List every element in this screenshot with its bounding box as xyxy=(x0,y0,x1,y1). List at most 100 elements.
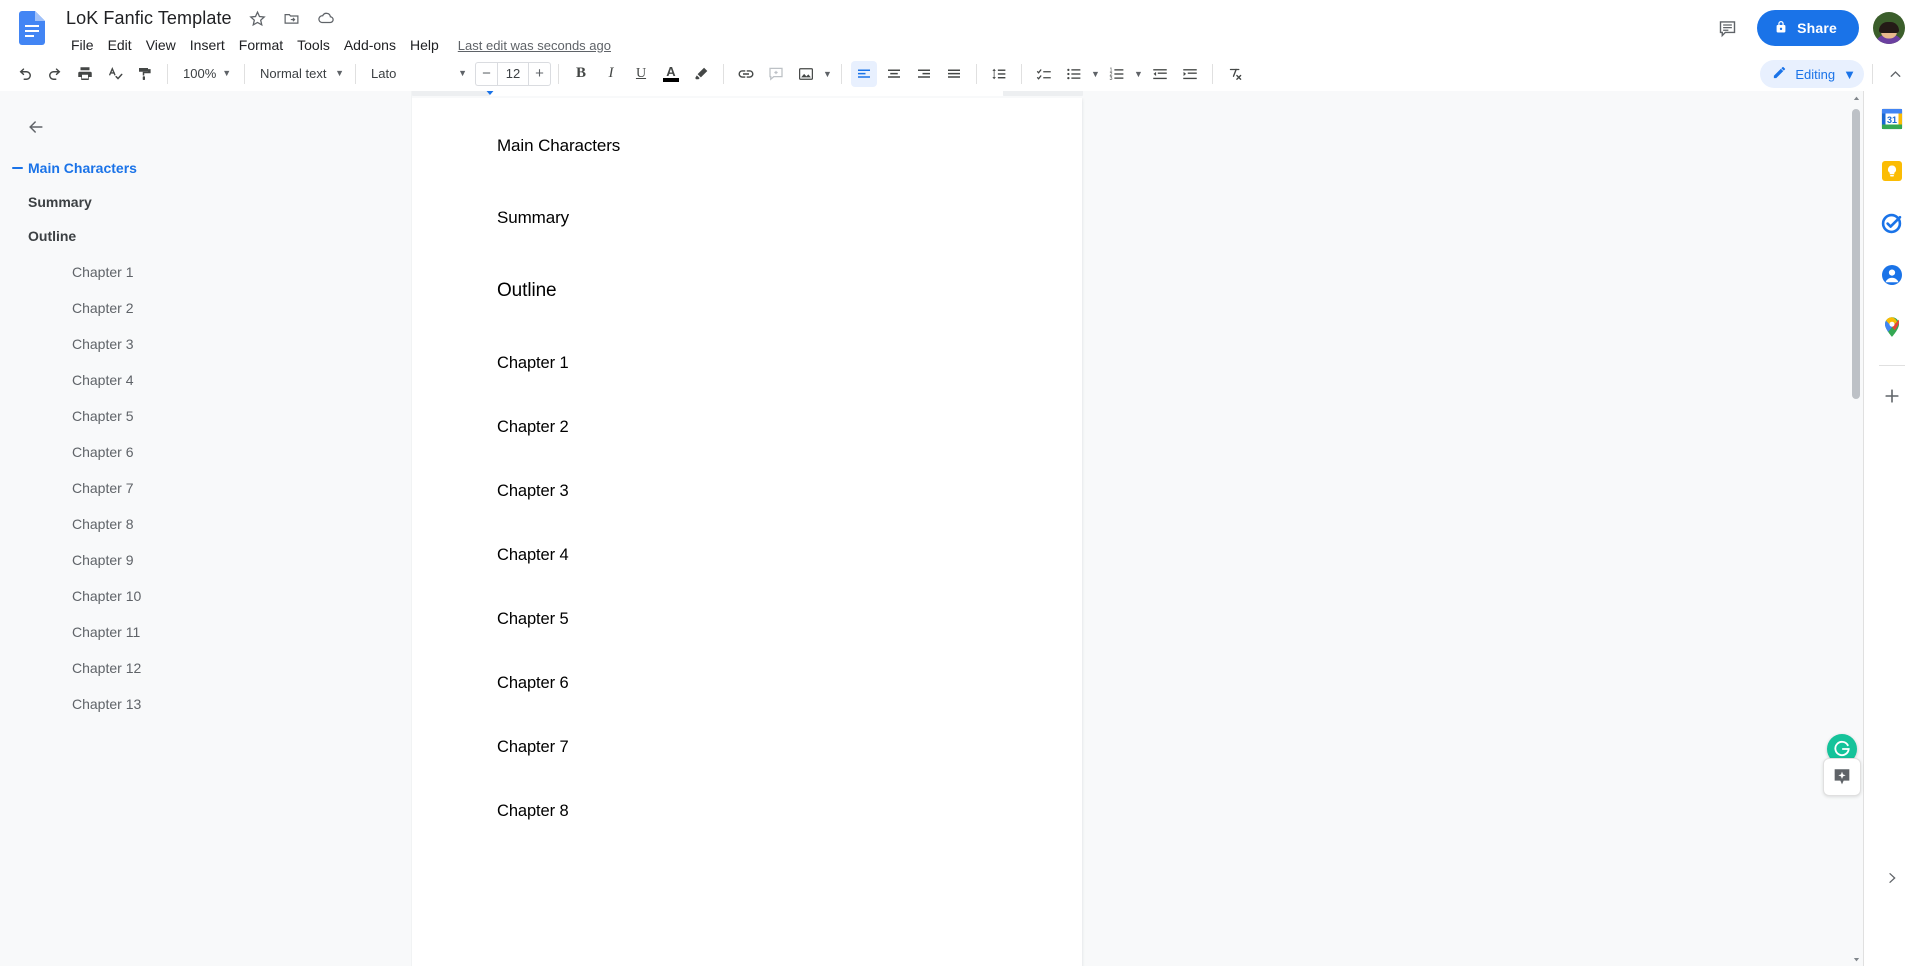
outline-item-chapter-5[interactable]: Chapter 5 xyxy=(0,403,411,429)
paragraph-style-dropdown[interactable]: Normal text ▼ xyxy=(252,61,348,87)
add-comment-icon[interactable] xyxy=(763,61,789,87)
comment-history-icon[interactable] xyxy=(1711,12,1743,44)
print-icon[interactable] xyxy=(72,61,98,87)
menu-view[interactable]: View xyxy=(139,35,183,55)
increase-indent-icon[interactable] xyxy=(1177,61,1203,87)
numbered-list-chevron-down-icon[interactable]: ▼ xyxy=(1132,61,1145,87)
decrease-indent-icon[interactable] xyxy=(1147,61,1173,87)
menu-insert[interactable]: Insert xyxy=(183,35,232,55)
bulleted-list-chevron-down-icon[interactable]: ▼ xyxy=(1089,61,1102,87)
align-justify-icon[interactable] xyxy=(941,61,967,87)
checklist-icon[interactable] xyxy=(1031,61,1057,87)
outline-item-chapter-9[interactable]: Chapter 9 xyxy=(0,547,411,573)
outline-item-outline[interactable]: Outline xyxy=(0,223,411,249)
horizontal-ruler[interactable]: 1 2 3 4 5 6 xyxy=(412,91,1863,98)
font-size-increase-button[interactable]: + xyxy=(529,61,551,86)
hide-menus-chevron-up-icon[interactable] xyxy=(1881,60,1909,88)
font-size-decrease-button[interactable]: − xyxy=(475,61,497,86)
outline-item-chapter-11[interactable]: Chapter 11 xyxy=(0,619,411,645)
editing-mode-button[interactable]: Editing ▼ xyxy=(1760,60,1864,88)
underline-button[interactable]: U xyxy=(628,61,654,87)
redo-icon[interactable] xyxy=(42,61,68,87)
font-size-input[interactable]: 12 xyxy=(497,61,529,86)
paint-format-icon[interactable] xyxy=(132,61,158,87)
outline-item-summary[interactable]: Summary xyxy=(0,189,411,215)
google-keep-icon[interactable] xyxy=(1876,155,1908,187)
outline-item-label: Chapter 6 xyxy=(72,444,134,460)
plus-icon[interactable] xyxy=(1876,380,1908,412)
doc-block-summary[interactable]: Summary xyxy=(497,208,997,228)
clear-formatting-icon[interactable] xyxy=(1222,61,1248,87)
align-left-icon[interactable] xyxy=(851,60,877,87)
scroll-down-icon[interactable] xyxy=(1849,952,1863,966)
google-tasks-icon[interactable] xyxy=(1876,207,1908,239)
outline-item-chapter-6[interactable]: Chapter 6 xyxy=(0,439,411,465)
insert-image-icon[interactable] xyxy=(793,61,819,87)
align-right-icon[interactable] xyxy=(911,61,937,87)
spellcheck-icon[interactable] xyxy=(102,61,128,87)
outline-item-main-characters[interactable]: Main Characters xyxy=(0,155,411,181)
bold-button[interactable]: B xyxy=(568,61,594,87)
outline-item-chapter-3[interactable]: Chapter 3 xyxy=(0,331,411,357)
insert-image-chevron-down-icon[interactable]: ▼ xyxy=(821,61,834,87)
doc-block-chapter-7[interactable]: Chapter 7 xyxy=(497,738,997,757)
outline-item-chapter-12[interactable]: Chapter 12 xyxy=(0,655,411,681)
outline-item-chapter-2[interactable]: Chapter 2 xyxy=(0,295,411,321)
outline-item-chapter-1[interactable]: Chapter 1 xyxy=(0,259,411,285)
chevron-right-icon[interactable] xyxy=(1878,864,1906,892)
doc-block-chapter-6[interactable]: Chapter 6 xyxy=(497,674,997,693)
move-to-folder-icon[interactable] xyxy=(280,6,304,30)
numbered-list-icon[interactable]: 1 2 3 xyxy=(1104,61,1130,87)
menu-tools[interactable]: Tools xyxy=(290,35,337,55)
google-docs-icon[interactable] xyxy=(12,2,52,54)
explore-sparkle-icon[interactable] xyxy=(1823,758,1861,796)
cloud-saved-icon[interactable] xyxy=(314,6,338,30)
bulleted-list-icon[interactable] xyxy=(1061,61,1087,87)
star-icon[interactable] xyxy=(246,6,270,30)
doc-block-chapter-8[interactable]: Chapter 8 xyxy=(497,802,997,821)
outline-item-chapter-8[interactable]: Chapter 8 xyxy=(0,511,411,537)
doc-block-chapter-5[interactable]: Chapter 5 xyxy=(497,610,997,629)
font-family-dropdown[interactable]: Lato ▼ xyxy=(363,61,471,87)
doc-block-chapter-4[interactable]: Chapter 4 xyxy=(497,546,997,565)
menu-edit[interactable]: Edit xyxy=(101,35,139,55)
italic-button[interactable]: I xyxy=(598,61,624,87)
outline-item-chapter-10[interactable]: Chapter 10 xyxy=(0,583,411,609)
zoom-level-dropdown[interactable]: 100% ▼ xyxy=(175,61,237,87)
menu-help[interactable]: Help xyxy=(403,35,446,55)
menu-file[interactable]: File xyxy=(64,35,101,55)
editing-mode-label: Editing xyxy=(1795,66,1836,82)
document-title[interactable]: LoK Fanfic Template xyxy=(62,7,236,30)
ruler-number: 6 xyxy=(1000,91,1005,93)
text-color-button[interactable]: A xyxy=(658,61,684,87)
outline-collapse-icon[interactable] xyxy=(6,167,28,169)
google-maps-icon[interactable] xyxy=(1876,311,1908,343)
scroll-thumb[interactable] xyxy=(1852,109,1860,399)
menu-format[interactable]: Format xyxy=(232,35,290,55)
share-button[interactable]: Share xyxy=(1757,10,1859,46)
menu-add-ons[interactable]: Add-ons xyxy=(337,35,403,55)
back-arrow-icon[interactable] xyxy=(18,109,54,145)
line-spacing-icon[interactable] xyxy=(986,61,1012,87)
vertical-scrollbar[interactable] xyxy=(1849,91,1863,966)
doc-block-chapter-3[interactable]: Chapter 3 xyxy=(497,482,997,501)
doc-block-chapter-2[interactable]: Chapter 2 xyxy=(497,418,997,437)
highlight-pen-icon[interactable] xyxy=(688,61,714,87)
outline-item-chapter-7[interactable]: Chapter 7 xyxy=(0,475,411,501)
google-calendar-icon[interactable]: 31 xyxy=(1876,103,1908,135)
outline-item-chapter-4[interactable]: Chapter 4 xyxy=(0,367,411,393)
doc-block-outline[interactable]: Outline xyxy=(497,280,997,302)
undo-icon[interactable] xyxy=(12,61,38,87)
doc-block-chapter-1[interactable]: Chapter 1 xyxy=(497,354,997,373)
document-body[interactable]: Main Characters Summary Outline Chapter 1 Ch… xyxy=(497,136,997,821)
insert-link-icon[interactable] xyxy=(733,61,759,87)
scroll-up-icon[interactable] xyxy=(1849,91,1863,105)
doc-block-main-characters[interactable]: Main Characters xyxy=(497,136,997,156)
last-edit-status[interactable]: Last edit was seconds ago xyxy=(458,38,611,53)
user-avatar[interactable] xyxy=(1873,12,1905,44)
first-line-indent-marker[interactable] xyxy=(484,91,496,95)
google-contacts-icon[interactable] xyxy=(1876,259,1908,291)
document-page[interactable]: Main Characters Summary Outline Chapter 1 Ch… xyxy=(412,98,1082,966)
outline-item-chapter-13[interactable]: Chapter 13 xyxy=(0,691,411,717)
align-center-icon[interactable] xyxy=(881,61,907,87)
